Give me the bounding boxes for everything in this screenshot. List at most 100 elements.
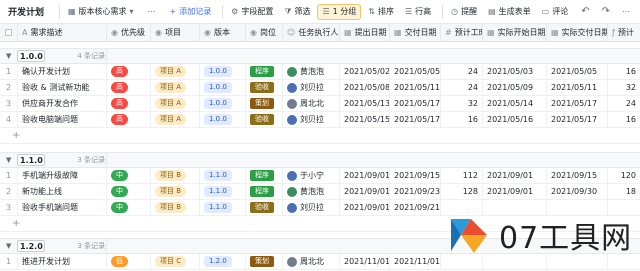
cell-pri[interactable]: 中 (107, 168, 151, 183)
cell-hrs[interactable]: 112 (441, 168, 483, 183)
cell-person[interactable]: 刘贝拉 (283, 80, 340, 95)
cell-d1[interactable]: 2021/05/08 (340, 80, 390, 95)
cell-d1[interactable]: 2021/09/01 (340, 200, 390, 215)
table-row[interactable]: 2 新功能上线 中 项目 B 1.1.0 程序 黄泡泡 2021/09/01 2021/09/2… (0, 184, 640, 200)
comment-button[interactable]: ▭ 评论 (538, 4, 573, 20)
cell-desc[interactable]: 手机端升级故障 (18, 168, 107, 183)
cell-desc[interactable]: 确认开发计划 (18, 64, 107, 79)
cell-desc[interactable]: 验收手机端问题 (18, 200, 107, 215)
collapse-caret-icon[interactable]: ▼ (6, 242, 11, 250)
column-header-project[interactable]: ◉ 项目 (151, 24, 200, 41)
cell-hrs[interactable]: 32 (441, 96, 483, 111)
cell-est[interactable]: 16 (608, 112, 640, 127)
column-header-est-hours[interactable]: #预计工时 (441, 24, 483, 41)
remind-button[interactable]: ◷ 提醒 (447, 4, 481, 20)
cell-ver[interactable]: 1.0.0 (200, 80, 246, 95)
cell-pri[interactable]: 中 (107, 184, 151, 199)
group-header[interactable]: ▼ 1.1.0 3 条记录 (0, 152, 640, 168)
add-record-button[interactable]: + 添加记录 (166, 4, 216, 20)
collapse-caret-icon[interactable]: ▼ (6, 52, 11, 60)
cell-est[interactable]: 24 (608, 96, 640, 111)
cell-d3[interactable]: 2021/05/14 (483, 96, 547, 111)
select-all-checkbox[interactable] (0, 24, 18, 41)
cell-n[interactable]: 3 (0, 96, 18, 111)
cell-proj[interactable]: 项目 B (151, 168, 200, 183)
generate-form-button[interactable]: ▤ 生成表单 (484, 4, 535, 20)
cell-hrs[interactable]: 24 (441, 64, 483, 79)
cell-d4[interactable]: 2021/05/17 (547, 112, 608, 127)
cell-person[interactable]: 于小宁 (283, 168, 340, 183)
cell-d3[interactable]: 2021/05/09 (483, 80, 547, 95)
cell-d3[interactable]: 2021/09/01 (483, 184, 547, 199)
cell-d2[interactable]: 2021/11/01 (390, 254, 441, 269)
cell-proj[interactable]: 项目 C (151, 254, 200, 269)
cell-d3[interactable]: 2021/09/01 (483, 168, 547, 183)
cell-d2[interactable]: 2021/05/17 (390, 112, 441, 127)
cell-pri[interactable]: 高 (107, 112, 151, 127)
cell-person[interactable]: 周北北 (283, 254, 340, 269)
cell-n[interactable]: 1 (0, 254, 18, 269)
cell-person[interactable]: 黄泡泡 (283, 64, 340, 79)
cell-pos[interactable]: 验收 (246, 200, 283, 215)
column-header-priority[interactable]: ◉ 优先级 (107, 24, 151, 41)
cell-d2[interactable]: 2021/05/17 (390, 96, 441, 111)
cell-d2[interactable]: 2021/09/21 (390, 200, 441, 215)
cell-n[interactable]: 1 (0, 64, 18, 79)
cell-pri[interactable]: 中 (107, 200, 151, 215)
cell-d2[interactable]: 2021/09/15 (390, 168, 441, 183)
cell-person[interactable]: 刘贝拉 (283, 112, 340, 127)
cell-ver[interactable]: 1.2.0 (200, 254, 246, 269)
cell-proj[interactable]: 项目 A (151, 64, 200, 79)
cell-pri[interactable]: 低 (107, 254, 151, 269)
cell-proj[interactable]: 项目 B (151, 184, 200, 199)
cell-ver[interactable]: 1.1.0 (200, 184, 246, 199)
cell-n[interactable]: 3 (0, 200, 18, 215)
cell-d4[interactable]: 2021/09/15 (547, 168, 608, 183)
table-row[interactable]: 3 供应商开发合作 高 项目 A 1.0.0 策划 周北北 2021/05/13 2021/05… (0, 96, 640, 112)
cell-hrs[interactable]: 24 (441, 80, 483, 95)
cell-person[interactable]: 周北北 (283, 96, 340, 111)
cell-ver[interactable]: 1.0.0 (200, 64, 246, 79)
cell-d1[interactable]: 2021/09/01 (340, 168, 390, 183)
add-row-button[interactable]: + (0, 128, 640, 144)
cell-pos[interactable]: 程序 (246, 168, 283, 183)
cell-pri[interactable]: 高 (107, 64, 151, 79)
cell-pos[interactable]: 验收 (246, 112, 283, 127)
collapse-caret-icon[interactable]: ▼ (6, 156, 11, 164)
column-header-est[interactable]: ƒ 预计 (608, 24, 640, 41)
cell-proj[interactable]: 项目 A (151, 80, 200, 95)
redo-icon[interactable]: ↷ (602, 6, 610, 17)
cell-hrs[interactable]: 128 (441, 184, 483, 199)
cell-desc[interactable]: 验收电脑端问题 (18, 112, 107, 127)
column-header-deliver-date[interactable]: ▦ 交付日期 (390, 24, 441, 41)
field-config-button[interactable]: ⚙ 字段配置 (227, 4, 277, 20)
cell-est[interactable]: 32 (608, 80, 640, 95)
view-selector[interactable]: ▦ 版本核心需求 ▾ (64, 4, 141, 20)
cell-d4[interactable]: 2021/05/05 (547, 64, 608, 79)
group-header[interactable]: ▼ 1.0.0 4 条记录 (0, 48, 640, 64)
cell-d4[interactable]: 2021/09/30 (547, 184, 608, 199)
cell-ver[interactable]: 1.0.0 (200, 96, 246, 111)
sort-button[interactable]: ⇅ 排序 (364, 4, 398, 20)
cell-ver[interactable]: 1.1.0 (200, 168, 246, 183)
cell-d3[interactable]: 2021/05/16 (483, 112, 547, 127)
cell-d1[interactable]: 2021/05/13 (340, 96, 390, 111)
column-header-assignee[interactable]: ☺ 任务执行人 (283, 24, 340, 41)
cell-proj[interactable]: 项目 A (151, 96, 200, 111)
cell-pos[interactable]: 验收 (246, 80, 283, 95)
column-header-version[interactable]: ◉ 版本 (200, 24, 246, 41)
column-header-actual-deliver[interactable]: ▦ 实际交付日期 (547, 24, 608, 41)
cell-pri[interactable]: 高 (107, 80, 151, 95)
cell-est[interactable]: 18 (608, 184, 640, 199)
cell-pos[interactable]: 策划 (246, 96, 283, 111)
cell-d4[interactable]: 2021/05/11 (547, 80, 608, 95)
cell-desc[interactable]: 推进开发计划 (18, 254, 107, 269)
cell-n[interactable]: 4 (0, 112, 18, 127)
cell-person[interactable]: 黄泡泡 (283, 184, 340, 199)
cell-proj[interactable]: 项目 B (151, 200, 200, 215)
cell-desc[interactable]: 供应商开发合作 (18, 96, 107, 111)
cell-n[interactable]: 2 (0, 184, 18, 199)
cell-ver[interactable]: 1.0.0 (200, 112, 246, 127)
cell-d2[interactable]: 2021/09/23 (390, 184, 441, 199)
row-height-button[interactable]: ☰ 行高 (401, 4, 435, 20)
